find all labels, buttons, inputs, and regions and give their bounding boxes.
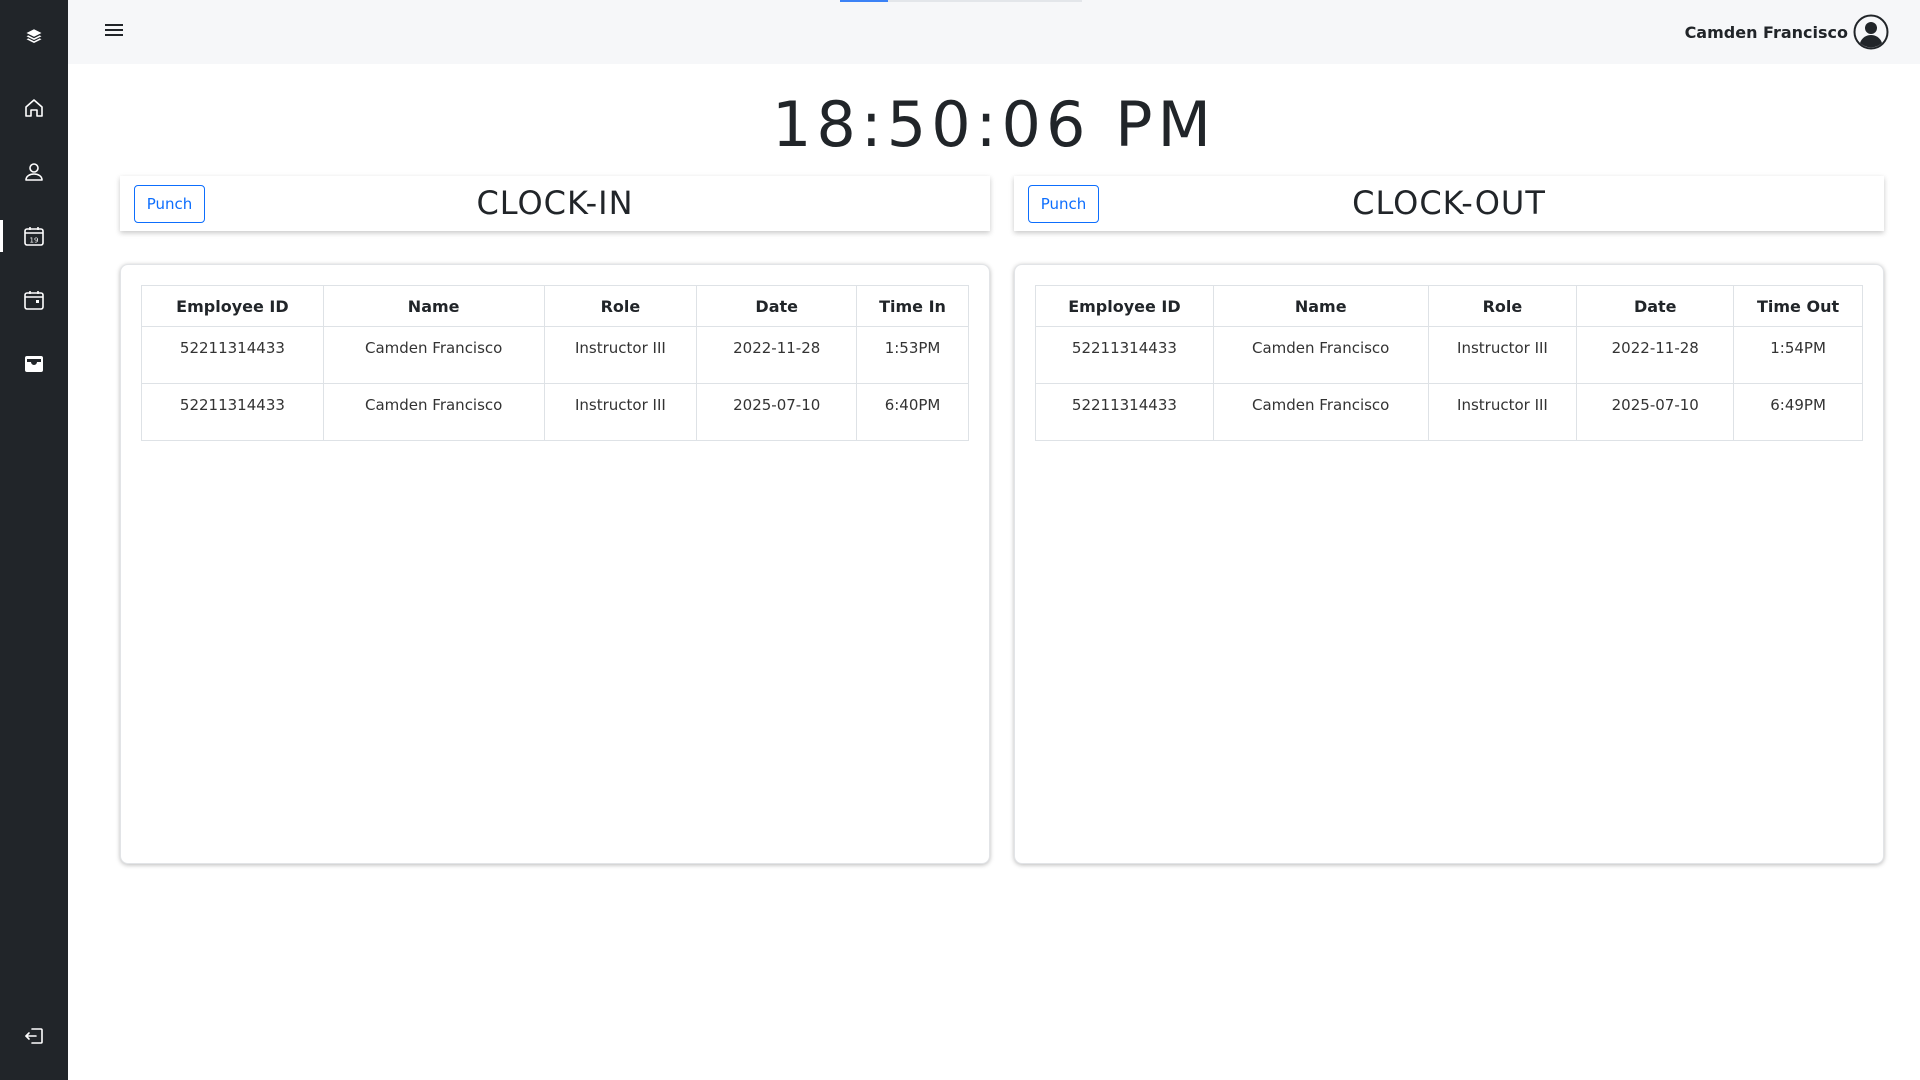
column-header: Date bbox=[1576, 285, 1735, 327]
current-time-clock: 18:50:06 PM bbox=[771, 88, 1217, 161]
column-header: Name bbox=[1212, 285, 1429, 327]
role-cell: Instructor III bbox=[1427, 326, 1578, 384]
date-cell: 2025-07-10 bbox=[696, 383, 858, 441]
table-row: 52211314433 Camden Francisco Instructor … bbox=[141, 326, 969, 384]
time-out-cell: 1:54PM bbox=[1733, 326, 1863, 384]
date-cell: 2022-11-28 bbox=[696, 326, 858, 384]
sidebar: 19 bbox=[0, 0, 68, 1080]
loading-progress-fill bbox=[840, 0, 889, 2]
date-cell: 2022-11-28 bbox=[1576, 326, 1735, 384]
user-menu[interactable]: Camden Francisco bbox=[1685, 12, 1890, 52]
time-in-cell: 1:53PM bbox=[856, 326, 969, 384]
name-cell: Camden Francisco bbox=[1212, 326, 1429, 384]
time-in-cell: 6:40PM bbox=[856, 383, 969, 441]
user-icon[interactable] bbox=[0, 148, 68, 196]
clock-in-panel: Employee ID Name Role Date Time In 52211… bbox=[120, 264, 990, 864]
loading-progress-bar bbox=[840, 0, 1082, 2]
column-header: Role bbox=[1427, 285, 1578, 327]
employee-id-cell: 52211314433 bbox=[1035, 383, 1214, 441]
column-header: Name bbox=[322, 285, 545, 327]
column-header: Role bbox=[543, 285, 698, 327]
clock-out-title: CLOCK-OUT bbox=[1352, 184, 1546, 222]
table-header-row: Employee ID Name Role Date Time Out bbox=[1035, 285, 1863, 327]
column-header: Employee ID bbox=[1035, 285, 1214, 327]
clock-in-title: CLOCK-IN bbox=[476, 184, 634, 222]
layers-icon[interactable] bbox=[0, 12, 68, 60]
column-header: Time In bbox=[856, 285, 969, 327]
column-header: Employee ID bbox=[141, 285, 324, 327]
svg-text:19: 19 bbox=[30, 237, 39, 245]
menu-toggle-icon[interactable] bbox=[100, 18, 128, 42]
table-row: 52211314433 Camden Francisco Instructor … bbox=[1035, 383, 1863, 441]
clock-in-punch-button[interactable]: Punch bbox=[134, 185, 205, 223]
clock-in-table: Employee ID Name Role Date Time In 52211… bbox=[141, 285, 969, 441]
clock-out-panel: Employee ID Name Role Date Time Out 5221… bbox=[1014, 264, 1884, 864]
role-cell: Instructor III bbox=[1427, 383, 1578, 441]
inbox-icon[interactable] bbox=[0, 340, 68, 388]
employee-id-cell: 52211314433 bbox=[141, 326, 324, 384]
name-cell: Camden Francisco bbox=[1212, 383, 1429, 441]
employee-id-cell: 52211314433 bbox=[1035, 326, 1214, 384]
time-out-cell: 6:49PM bbox=[1733, 383, 1863, 441]
table-row: 52211314433 Camden Francisco Instructor … bbox=[141, 383, 969, 441]
role-cell: Instructor III bbox=[543, 383, 698, 441]
clock-out-table: Employee ID Name Role Date Time Out 5221… bbox=[1035, 285, 1863, 441]
calendar-day-icon[interactable]: 19 bbox=[0, 212, 68, 260]
table-row: 52211314433 Camden Francisco Instructor … bbox=[1035, 326, 1863, 384]
table-header-row: Employee ID Name Role Date Time In bbox=[141, 285, 969, 327]
clock-in-header: CLOCK-IN Punch bbox=[120, 176, 990, 231]
employee-id-cell: 52211314433 bbox=[141, 383, 324, 441]
clock-out-punch-button[interactable]: Punch bbox=[1028, 185, 1099, 223]
home-icon[interactable] bbox=[0, 84, 68, 132]
date-cell: 2025-07-10 bbox=[1576, 383, 1735, 441]
user-name: Camden Francisco bbox=[1684, 22, 1848, 42]
column-header: Date bbox=[696, 285, 858, 327]
user-avatar-icon[interactable] bbox=[1852, 13, 1890, 51]
column-header: Time Out bbox=[1733, 285, 1863, 327]
name-cell: Camden Francisco bbox=[322, 326, 545, 384]
role-cell: Instructor III bbox=[543, 326, 698, 384]
calendar-icon[interactable] bbox=[0, 276, 68, 324]
top-header: Camden Francisco bbox=[68, 0, 1920, 64]
name-cell: Camden Francisco bbox=[322, 383, 545, 441]
logout-icon[interactable] bbox=[0, 1012, 68, 1060]
clock-out-header: CLOCK-OUT Punch bbox=[1014, 176, 1884, 231]
